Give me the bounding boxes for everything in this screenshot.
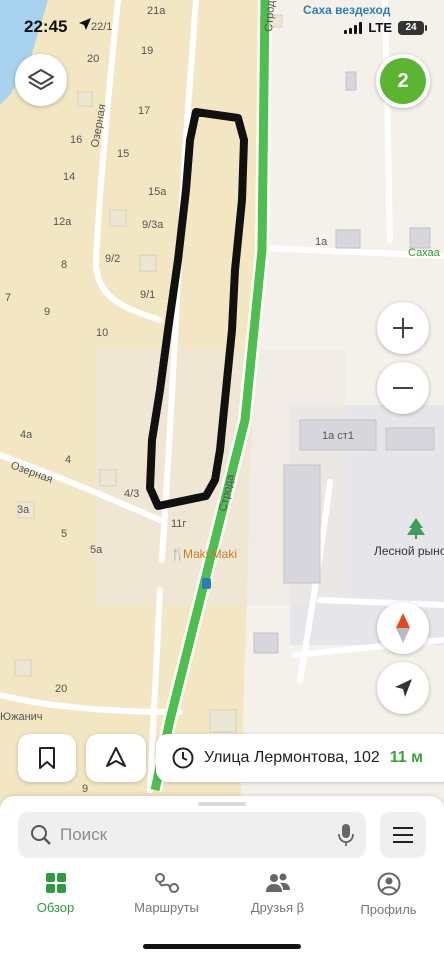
house-number: 20: [55, 683, 67, 695]
search-input[interactable]: Поиск: [18, 812, 366, 858]
house-number: 5: [61, 528, 67, 540]
house-number: 14: [63, 171, 75, 183]
house-number: 4: [65, 454, 71, 466]
minus-icon: [393, 387, 413, 389]
menu-button[interactable]: [380, 812, 426, 858]
location-arrow-icon: [79, 18, 91, 30]
house-number: 9: [82, 783, 88, 795]
zoom-out-button[interactable]: [377, 362, 429, 414]
signal-icon: [344, 21, 363, 34]
route-duration: 11 м: [389, 749, 423, 766]
house-number: 10: [96, 327, 108, 339]
tab-label: Обзор: [36, 900, 75, 915]
house-number: 9/1: [140, 289, 155, 301]
house-number: 9/3а: [142, 219, 164, 231]
street-label: Южанич: [0, 711, 43, 723]
plus-icon: [393, 318, 413, 338]
house-number: 7: [5, 292, 11, 304]
tab-label: Маршруты: [134, 900, 199, 915]
tab-friends[interactable]: Друзья β: [222, 872, 333, 928]
house-number: 11г: [171, 518, 186, 530]
routes-icon: [154, 873, 179, 893]
house-number: 4а: [20, 429, 33, 441]
poi-sahaa[interactable]: Сахаа: [408, 247, 441, 259]
tab-label: Профиль: [360, 902, 417, 917]
route-destination: Улица Лермонтова, 102: [204, 749, 380, 766]
bottom-sheet: Поиск Обзор Маршруты Друзья β Профиль: [0, 796, 444, 960]
location-pin-icon: [106, 747, 126, 767]
badge-count: 2: [380, 58, 426, 104]
house-number: 5а: [90, 544, 103, 556]
places-button[interactable]: [86, 734, 146, 782]
layers-icon: [28, 69, 54, 90]
poi-lesnoy-rynok[interactable]: Лесной рынок: [374, 544, 444, 558]
tab-bar: Обзор Маршруты Друзья β Профиль: [0, 872, 444, 928]
house-number: 9: [44, 306, 50, 318]
top-place-label: Саха вездеход: [303, 3, 391, 17]
layers-button[interactable]: [15, 54, 67, 106]
friends-icon: [265, 873, 290, 892]
house-number: 12а: [53, 216, 72, 228]
house-number: 15а: [148, 186, 167, 198]
house-number: 17: [138, 105, 150, 117]
recent-route-chip[interactable]: Улица Лермонтова, 102 11 м: [156, 734, 444, 782]
sheet-grabber[interactable]: [198, 802, 246, 806]
compass-button[interactable]: [377, 602, 429, 654]
profile-icon: [377, 872, 400, 896]
notifications-badge[interactable]: 2: [376, 54, 430, 108]
hamburger-menu-icon: [393, 827, 413, 843]
bookmark-icon: [39, 747, 55, 769]
navigate-arrow-icon: [395, 679, 412, 697]
bookmarks-button[interactable]: [18, 734, 76, 782]
tab-overview[interactable]: Обзор: [0, 872, 111, 928]
house-number: 1а ст1: [322, 430, 354, 442]
tab-profile[interactable]: Профиль: [333, 872, 444, 928]
house-number: 4/3: [124, 488, 139, 500]
microphone-icon[interactable]: [338, 823, 354, 847]
house-number: 15: [117, 148, 129, 160]
poi-maki-maki[interactable]: Maki Maki: [183, 547, 237, 561]
zoom-in-button[interactable]: [377, 302, 429, 354]
grid-icon: [45, 873, 66, 893]
search-icon: [31, 825, 51, 845]
clock-icon: [172, 747, 194, 769]
status-bar: Саха вездеход 22:45 LTE 24: [0, 0, 444, 56]
house-number: 3а: [17, 504, 30, 516]
house-number: 16: [70, 134, 82, 146]
my-location-button[interactable]: [377, 662, 429, 714]
house-number: 8: [61, 259, 67, 271]
network-type: LTE: [368, 20, 392, 35]
search-placeholder: Поиск: [60, 825, 108, 844]
home-indicator: [143, 944, 301, 949]
bus-stop-icon: [202, 578, 211, 589]
tab-routes[interactable]: Маршруты: [111, 872, 222, 928]
house-number: 1а: [315, 236, 328, 248]
house-number: 9/2: [105, 253, 120, 265]
battery-icon: 24: [398, 20, 427, 35]
clock-time: 22:45: [24, 17, 68, 36]
compass-icon: [396, 613, 410, 643]
tab-label: Друзья β: [250, 900, 305, 915]
